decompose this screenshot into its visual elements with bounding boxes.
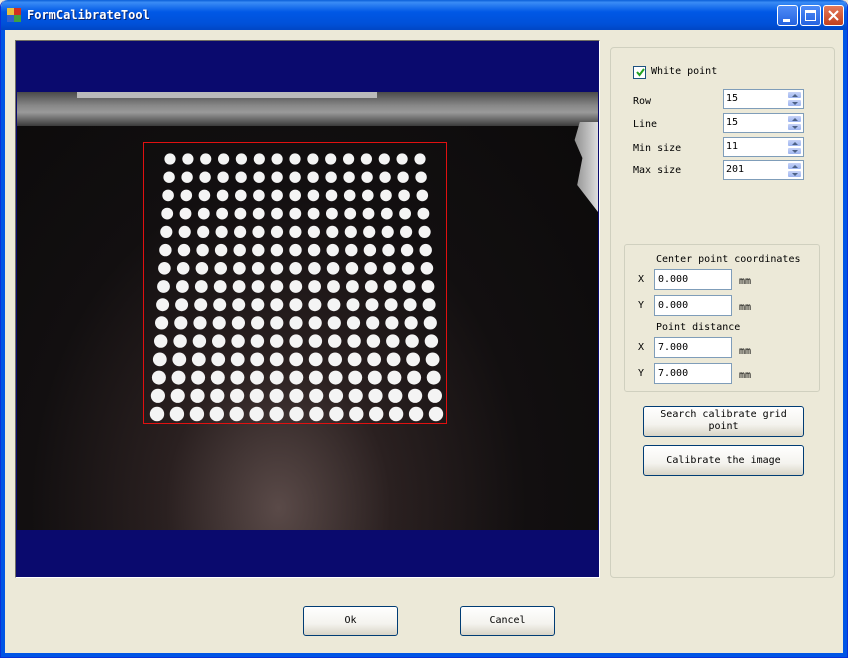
row-label: Row: [633, 96, 652, 107]
close-button[interactable]: [823, 5, 844, 26]
search-calibrate-grid-button[interactable]: Search calibrate grid point: [643, 406, 804, 437]
minimize-icon: [783, 19, 790, 22]
cancel-button[interactable]: Cancel: [460, 606, 555, 636]
center-x-unit: mm: [739, 276, 752, 287]
distance-y-input[interactable]: 7.000: [654, 363, 732, 384]
minimize-button[interactable]: [777, 5, 798, 26]
min-size-value[interactable]: 11: [726, 141, 738, 152]
max-size-spinner[interactable]: 201: [723, 160, 804, 180]
checkmark-icon: [636, 68, 645, 77]
roi-rectangle[interactable]: [143, 142, 447, 424]
close-icon: [828, 10, 839, 21]
camera-image-view[interactable]: [15, 40, 600, 578]
min-size-spinner[interactable]: 11: [723, 137, 804, 157]
search-button-line2: point: [708, 421, 739, 432]
calibrate-tool-window: FormCalibrateTool White point Row 15 Lin: [0, 0, 848, 658]
calibration-photo: [17, 92, 598, 530]
search-button-line1: Search calibrate grid: [660, 409, 787, 420]
maximize-button[interactable]: [800, 5, 821, 26]
calibrate-image-button[interactable]: Calibrate the image: [643, 445, 804, 476]
center-y-input[interactable]: 0.000: [654, 295, 732, 316]
min-size-label: Min size: [633, 143, 682, 154]
line-spinner[interactable]: 15: [723, 113, 804, 133]
window-title: FormCalibrateTool: [27, 8, 150, 22]
center-y-label: Y: [638, 300, 645, 311]
maximize-icon: [805, 10, 816, 21]
line-label: Line: [633, 119, 658, 130]
row-spinner[interactable]: 15: [723, 89, 804, 109]
distance-y-unit: mm: [739, 370, 752, 381]
min-size-down-arrow-icon[interactable]: [787, 147, 802, 155]
distance-x-unit: mm: [739, 346, 752, 357]
min-size-up-arrow-icon[interactable]: [787, 139, 802, 147]
max-size-label: Max size: [633, 165, 682, 176]
line-up-arrow-icon[interactable]: [787, 115, 802, 123]
row-up-arrow-icon[interactable]: [787, 91, 802, 99]
distance-x-label: X: [638, 342, 645, 353]
line-down-arrow-icon[interactable]: [787, 123, 802, 131]
max-size-value[interactable]: 201: [726, 164, 744, 175]
ok-button[interactable]: Ok: [303, 606, 398, 636]
max-size-down-arrow-icon[interactable]: [787, 170, 802, 178]
point-distance-heading: Point distance: [656, 322, 741, 333]
distance-x-input[interactable]: 7.000: [654, 337, 732, 358]
center-y-unit: mm: [739, 302, 752, 313]
row-down-arrow-icon[interactable]: [787, 99, 802, 107]
app-icon[interactable]: [7, 8, 21, 22]
distance-y-label: Y: [638, 368, 645, 379]
row-value[interactable]: 15: [726, 93, 738, 104]
title-bar[interactable]: FormCalibrateTool: [1, 0, 847, 30]
white-point-label: White point: [651, 66, 718, 77]
white-point-checkbox[interactable]: [633, 66, 646, 79]
center-point-heading: Center point coordinates: [656, 254, 801, 265]
max-size-up-arrow-icon[interactable]: [787, 162, 802, 170]
center-x-input[interactable]: 0.000: [654, 269, 732, 290]
center-x-label: X: [638, 274, 645, 285]
line-value[interactable]: 15: [726, 117, 738, 128]
